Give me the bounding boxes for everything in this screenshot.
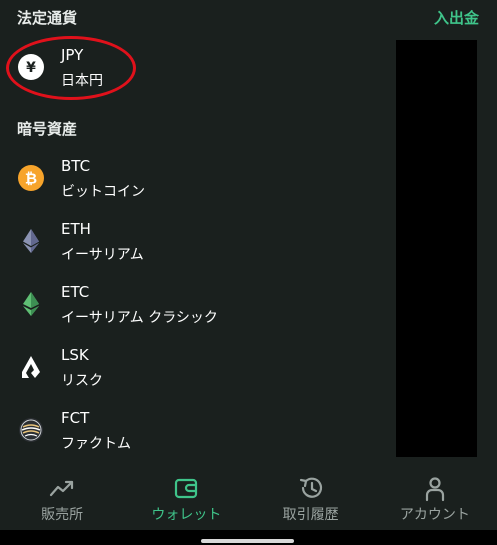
lisk-icon (22, 356, 40, 378)
asset-code: FCT (61, 409, 90, 427)
red-highlight-annotation (6, 36, 136, 100)
bottom-navigation: 販売所 ウォレット 取引履歴 アカウント (0, 460, 497, 530)
nav-tab-account[interactable]: アカウント (373, 460, 497, 530)
crypto-section-header: 暗号資産 (17, 120, 78, 138)
nav-tab-store[interactable]: 販売所 (0, 460, 124, 530)
ethereum-icon (23, 229, 39, 253)
fiat-section-header: 法定通貨 (17, 9, 78, 27)
asset-code: BTC (61, 157, 91, 175)
asset-row-btc[interactable]: ₿ BTC ビットコイン (0, 151, 390, 207)
asset-name: ビットコイン (61, 184, 145, 200)
asset-name: ファクトム (61, 436, 131, 452)
deposit-withdraw-link[interactable]: 入出金 (434, 7, 479, 28)
asset-code: ETH (61, 220, 91, 238)
trend-chart-icon (50, 480, 74, 497)
asset-name: イーサリアム (61, 247, 144, 263)
asset-row-etc[interactable]: ETC イーサリアム クラシック (0, 277, 390, 333)
home-indicator[interactable] (201, 539, 294, 543)
wallet-screen: 法定通貨 入出金 ¥ JPY 日本円 暗号資産 ₿ BTC ビットコイン ETH… (0, 0, 497, 545)
nav-label: アカウント (399, 507, 470, 523)
asset-row-eth[interactable]: ETH イーサリアム (0, 214, 390, 270)
bitcoin-icon: ₿ (18, 165, 44, 191)
asset-code: ETC (61, 283, 90, 301)
asset-row-fct[interactable]: FCT ファクトム (0, 403, 390, 459)
person-icon (425, 477, 444, 502)
nav-tab-wallet[interactable]: ウォレット (124, 460, 248, 530)
asset-name: イーサリアム クラシック (61, 310, 218, 326)
factom-icon (19, 418, 43, 442)
asset-code: LSK (61, 346, 89, 364)
asset-name: リスク (61, 373, 103, 389)
nav-label: 取引履歴 (282, 507, 339, 523)
nav-label: 販売所 (41, 507, 84, 523)
nav-label: ウォレット (151, 507, 222, 523)
asset-row-lsk[interactable]: LSK リスク (0, 340, 390, 396)
svg-text:₿: ₿ (25, 170, 37, 188)
ethereum-classic-icon (23, 292, 39, 316)
history-icon (299, 477, 322, 498)
nav-tab-history[interactable]: 取引履歴 (249, 460, 373, 530)
redacted-balance-area (396, 40, 477, 457)
wallet-icon (175, 478, 198, 499)
